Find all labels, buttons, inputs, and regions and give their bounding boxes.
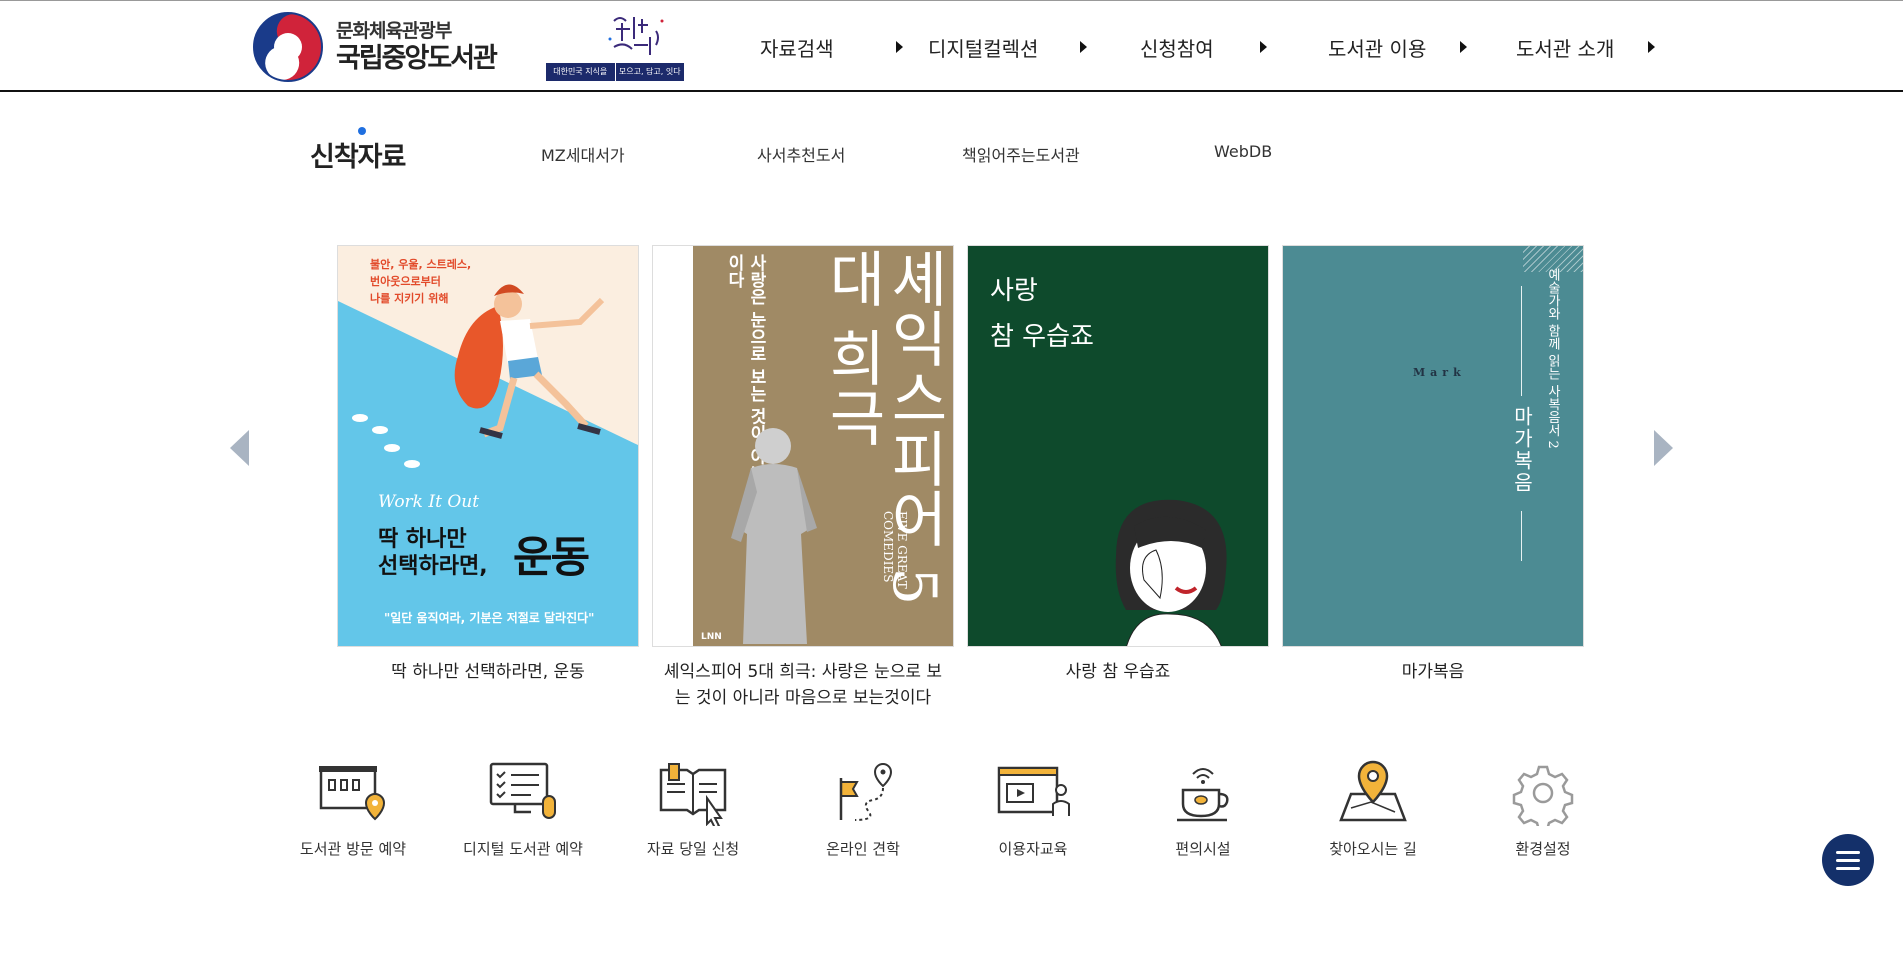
nav-label: 자료검색	[760, 36, 834, 61]
cover-tagline: "일단 움직여라, 기분은 저절로 달라진다"	[384, 611, 595, 625]
cover-title-big: 운동	[513, 533, 590, 583]
cover-series: 예술가와 함께 읽는 사복음서 2	[1545, 268, 1560, 449]
site-header: 문화체육관광부 국립중앙도서관 대한민국 지식을 모으고, 담고, 잇다 자료검…	[0, 0, 1903, 92]
nav-item-about[interactable]: 도서관 소개	[1498, 1, 1668, 93]
gear-icon	[1512, 765, 1574, 826]
runner-illustration-icon	[454, 284, 605, 439]
menu-fab-button[interactable]	[1822, 834, 1874, 886]
nav-item-participation[interactable]: 신청참여	[1118, 1, 1308, 93]
tab-webdb[interactable]: WebDB	[1214, 142, 1272, 161]
tab-mz-shelf[interactable]: MZ세대서가	[541, 142, 625, 166]
main-nav: 자료검색 디지털컬렉션 신청참여 도서관 이용 도서관 소개	[740, 1, 1668, 93]
banner-right-text: 모으고, 담고, 잇다	[618, 67, 681, 76]
quick-link-online-tour[interactable]: 온라인 견학	[778, 760, 948, 859]
quick-link-label: 디지털 도서관 예약	[463, 840, 583, 858]
book-card[interactable]: 불안, 우울, 스트레스, 번아웃으로부터 나를 지키기 위해 Work It …	[337, 245, 639, 685]
book-cover: 사랑은 눈으로 보는 것이 아니라 마음으로 보는 것이다 셰익스피어 5대 희…	[652, 245, 954, 647]
cover-title: 사랑 참 우습죠	[990, 276, 1094, 352]
cafe-icon	[1177, 768, 1229, 822]
library-visit-icon	[319, 766, 386, 821]
caret-right-icon	[1648, 41, 1656, 53]
book-cover: 불안, 우울, 스트레스, 번아웃으로부터 나를 지키기 위해 Work It …	[337, 245, 639, 647]
quick-link-user-education[interactable]: 이용자교육	[948, 760, 1118, 859]
calligraphy-logo-icon	[608, 17, 664, 55]
taegeuk-logo-icon	[253, 12, 323, 82]
book-request-icon	[659, 763, 727, 826]
site-logo[interactable]: 문화체육관광부 국립중앙도서관	[252, 11, 498, 83]
quick-link-facilities[interactable]: 편의시설	[1118, 760, 1288, 859]
carousel-next-arrow-icon[interactable]	[1654, 430, 1673, 466]
nav-label: 디지털컬렉션	[928, 36, 1039, 61]
quick-link-same-day-request[interactable]: 자료 당일 신청	[608, 760, 778, 859]
book-card[interactable]: 사랑 참 우습죠 사랑 참 우습죠	[967, 245, 1269, 685]
collection-tabs: 신착자료 MZ세대서가 사서추천도서 책읽어주는도서관 WebDB	[310, 125, 1410, 179]
cover-english-title: FIVE GREAT COMEDIES	[881, 511, 909, 589]
online-tour-icon	[839, 762, 893, 821]
caret-right-icon	[1259, 41, 1267, 53]
caret-right-icon	[1460, 41, 1468, 53]
caret-right-icon	[1080, 41, 1088, 53]
laughing-woman-illustration-icon	[1115, 499, 1227, 646]
library-name: 국립중앙도서관	[336, 42, 498, 74]
book-title[interactable]: 사랑 참 우습죠	[967, 659, 1269, 685]
banner-left-text: 대한민국 지식을	[546, 63, 616, 81]
book-title[interactable]: 셰익스피어 5대 희극: 사랑은 눈으로 보는 것이 아니라 마음으로 보는것이…	[652, 659, 954, 711]
caret-right-icon	[895, 41, 903, 53]
nav-label: 신청참여	[1140, 36, 1214, 61]
book-title[interactable]: 마가복음	[1282, 659, 1584, 685]
tab-librarian-picks[interactable]: 사서추천도서	[757, 142, 845, 166]
book-title[interactable]: 딱 하나만 선택하라면, 운동	[337, 659, 639, 685]
nav-item-digital-collection[interactable]: 디지털컬렉션	[928, 1, 1118, 93]
quick-link-visit-reservation[interactable]: 도서관 방문 예약	[268, 760, 438, 859]
quick-link-label: 도서관 방문 예약	[299, 840, 407, 858]
hamburger-menu-icon	[1836, 851, 1860, 854]
quick-link-label: 자료 당일 신청	[646, 840, 740, 858]
quick-link-label: 찾아오시는 길	[1329, 840, 1417, 858]
quick-link-label: 환경설정	[1515, 840, 1571, 858]
book-card[interactable]: 사랑은 눈으로 보는 것이 아니라 마음으로 보는 것이다 셰익스피어 5대 희…	[652, 245, 954, 711]
quick-link-label: 온라인 견학	[826, 840, 900, 858]
footprints-icon	[352, 414, 420, 468]
nav-label: 도서관 이용	[1328, 36, 1427, 61]
cover-english-title: Mark	[1413, 366, 1466, 379]
quick-link-label: 편의시설	[1175, 840, 1231, 858]
quick-link-label: 이용자교육	[998, 840, 1068, 858]
quick-links: 도서관 방문 예약 디지털 도서관 예약 자료 당일 신청 온라인 견학 이용자…	[268, 760, 1628, 859]
shakespeare-statue-icon	[731, 428, 817, 644]
book-card[interactable]: Mark 예술가와 함께 읽는 사복음서 2 마가복음 마가복음	[1282, 245, 1584, 685]
cover-publisher: LNN	[701, 632, 722, 642]
digital-library-icon	[489, 762, 556, 819]
cover-subtitle: Work It Out	[378, 492, 480, 512]
nav-item-search[interactable]: 자료검색	[740, 1, 928, 93]
quick-link-digital-reservation[interactable]: 디지털 도서관 예약	[438, 760, 608, 859]
carousel-prev-arrow-icon[interactable]	[230, 430, 249, 466]
cover-title: 마가복음	[1510, 406, 1534, 494]
banner-bar: 대한민국 지식을 모으고, 담고, 잇다	[546, 63, 684, 81]
book-cover: Mark 예술가와 함께 읽는 사복음서 2 마가복음	[1282, 245, 1584, 647]
user-education-icon	[997, 766, 1070, 816]
quick-link-settings[interactable]: 환경설정	[1458, 760, 1628, 859]
book-cover: 사랑 참 우습죠	[967, 245, 1269, 647]
ministry-name: 문화체육관광부	[336, 19, 452, 42]
slogan-banner[interactable]: 대한민국 지식을 모으고, 담고, 잇다	[546, 11, 684, 81]
map-pin-icon	[1339, 760, 1407, 822]
nav-label: 도서관 소개	[1516, 36, 1615, 61]
quick-link-directions[interactable]: 찾아오시는 길	[1288, 760, 1458, 859]
nav-item-library-use[interactable]: 도서관 이용	[1308, 1, 1498, 93]
tab-reading-library[interactable]: 책읽어주는도서관	[962, 142, 1080, 166]
tab-new-arrivals[interactable]: 신착자료	[310, 135, 406, 174]
cover-title-line: 딱 하나만 선택하라면,	[378, 527, 488, 579]
active-tab-dot-icon	[358, 127, 366, 135]
